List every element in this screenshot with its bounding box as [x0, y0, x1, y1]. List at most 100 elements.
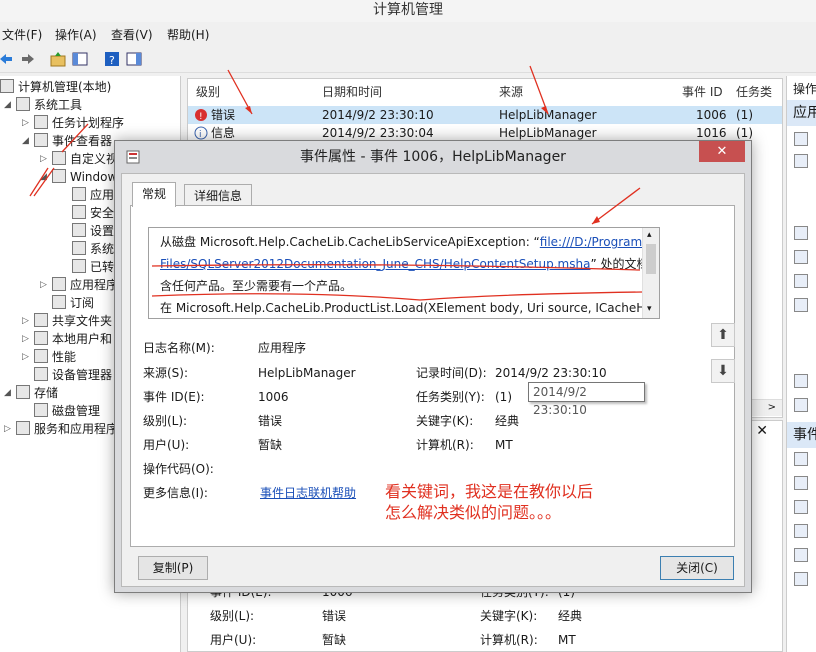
desc-file-link[interactable]: file:///D:/Program — [540, 235, 642, 249]
tree-item-disk-management[interactable]: 磁盘管理 — [34, 402, 100, 420]
attach-task-icon[interactable] — [794, 476, 808, 490]
expander-icon[interactable]: ▷ — [40, 150, 47, 168]
forward-icon[interactable] — [20, 51, 36, 67]
refresh-icon[interactable] — [794, 374, 808, 388]
expander-icon[interactable]: ▷ — [22, 348, 29, 366]
open-log-icon[interactable] — [794, 132, 808, 146]
expander-icon[interactable]: ◢ — [4, 96, 11, 114]
row-category: (1) — [736, 108, 753, 122]
help-icon[interactable] — [794, 398, 808, 412]
desc-line4: 在 Microsoft.Help.CacheLib.ProductList.Lo… — [160, 301, 660, 315]
level-label: 级别(L): — [143, 414, 188, 428]
column-header-source[interactable]: 来源 — [499, 79, 523, 105]
table-row[interactable]: ! 错误 2014/9/2 23:30:10 HelpLibManager 10… — [188, 106, 782, 124]
arrow-up-icon: ⬆ — [717, 327, 729, 343]
expander-icon[interactable]: ▷ — [40, 276, 47, 294]
expander-icon[interactable]: ▷ — [4, 420, 11, 438]
tree-item-custom-views[interactable]: 自定义视 — [52, 150, 118, 168]
tree-item-application-log[interactable]: 应用 — [72, 186, 114, 204]
row-datetime: 2014/9/2 23:30:10 — [322, 108, 434, 122]
scroll-up-icon[interactable]: ▴ — [647, 230, 652, 240]
description-scrollbar[interactable]: ▴ ▾ — [642, 228, 659, 318]
dialog-body: 常规 详细信息 从磁盘 Microsoft.Help.CacheLib.Cach… — [121, 173, 745, 587]
show-hide-action-pane-icon[interactable] — [126, 51, 142, 67]
tree-item-task-scheduler[interactable]: 任务计划程序 — [34, 114, 124, 132]
column-header-datetime[interactable]: 日期和时间 — [322, 79, 382, 105]
tree-item-system-tools[interactable]: 系统工具 — [16, 96, 82, 114]
lower-user-value: 暂缺 — [322, 633, 347, 647]
back-icon[interactable] — [0, 51, 14, 67]
previous-event-button[interactable]: ⬆ — [711, 323, 735, 347]
expander-icon[interactable]: ▷ — [22, 312, 29, 330]
tree-item-shared-folders[interactable]: 共享文件夹 — [34, 312, 112, 330]
event-description: 从磁盘 Microsoft.Help.CacheLib.CacheLibServ… — [148, 227, 660, 319]
services-icon — [16, 421, 30, 435]
desc-file-link-cont[interactable]: Files/SQLServer2012Documentation_June_CH… — [160, 257, 590, 271]
tree-item-setup-log[interactable]: 设置 — [72, 222, 114, 240]
tree-item-event-viewer[interactable]: 事件查看器 — [34, 132, 112, 150]
lower-keywords-value: 经典 — [558, 609, 583, 623]
save-icon[interactable] — [794, 298, 808, 312]
copy-icon[interactable] — [794, 500, 808, 514]
tree-item-root[interactable]: 计算机管理(本地) — [0, 78, 111, 96]
refresh-icon[interactable] — [794, 548, 808, 562]
expander-icon[interactable]: ◢ — [40, 168, 47, 186]
tree-item-windows-logs[interactable]: Window — [52, 168, 117, 186]
keywords-label: 关键字(K): — [416, 414, 474, 428]
logged-label: 记录时间(D): — [416, 366, 487, 380]
help-icon[interactable] — [794, 572, 808, 586]
menu-view[interactable]: 查看(V) — [111, 26, 153, 43]
tree-item-security-log[interactable]: 安全 — [72, 204, 114, 222]
more-info-label: 更多信息(I): — [143, 486, 208, 500]
show-hide-tree-icon[interactable] — [72, 51, 88, 67]
tree-item-system-log[interactable]: 系统 — [72, 240, 114, 258]
menu-action[interactable]: 操作(A) — [55, 26, 97, 43]
clock-icon — [34, 115, 48, 129]
filter-icon[interactable] — [794, 154, 808, 168]
close-button[interactable]: 关闭(C) — [660, 556, 734, 580]
tree-item-subscriptions[interactable]: 订阅 — [52, 294, 94, 312]
tree-item-forwarded-log[interactable]: 已转 — [72, 258, 114, 276]
menu-file[interactable]: 文件(F) — [2, 26, 42, 43]
save-selected-icon[interactable] — [794, 524, 808, 538]
tree-item-storage[interactable]: 存储 — [16, 384, 58, 402]
expander-icon[interactable]: ◢ — [4, 384, 11, 402]
scroll-thumb[interactable] — [646, 244, 656, 274]
copy-button[interactable]: 复制(P) — [138, 556, 208, 580]
expander-icon[interactable]: ◢ — [22, 132, 29, 150]
tab-general[interactable]: 常规 — [132, 182, 177, 207]
storage-icon — [16, 385, 30, 399]
event-properties-icon[interactable] — [794, 452, 808, 466]
scroll-down-icon[interactable]: ▾ — [647, 304, 652, 314]
actions-section-event[interactable]: 事件 — [787, 422, 816, 448]
column-header-event-id[interactable]: 事件 ID — [682, 79, 723, 105]
dialog-close-button[interactable]: ✕ — [699, 141, 745, 162]
close-pane-icon[interactable]: ✕ — [756, 423, 768, 439]
column-header-category[interactable]: 任务类别 — [736, 79, 782, 125]
actions-section-app[interactable]: 应用 — [787, 100, 816, 126]
row-source: HelpLibManager — [499, 108, 597, 122]
column-header-level[interactable]: 级别 — [196, 79, 220, 105]
filter-current-log-icon[interactable] — [794, 226, 808, 240]
help-icon[interactable]: ? — [104, 51, 120, 67]
more-info-link[interactable]: 事件日志联机帮助 — [260, 484, 356, 502]
scroll-right-icon[interactable]: > — [768, 400, 776, 416]
tree-item-services-apps[interactable]: 服务和应用程序 — [16, 420, 118, 438]
log-icon — [72, 241, 86, 255]
menu-help[interactable]: 帮助(H) — [167, 26, 209, 43]
tree-item-performance[interactable]: 性能 — [34, 348, 76, 366]
device-manager-icon — [34, 367, 48, 381]
keywords-value: 经典 — [495, 414, 520, 428]
svg-text:i: i — [199, 130, 202, 140]
expander-icon[interactable]: ▷ — [22, 330, 29, 348]
up-folder-icon[interactable] — [50, 51, 66, 67]
next-event-button[interactable]: ⬇ — [711, 359, 735, 383]
find-icon[interactable] — [794, 274, 808, 288]
expander-icon[interactable]: ▷ — [22, 114, 29, 132]
source-value: HelpLibManager — [258, 366, 356, 380]
tree-item-device-manager[interactable]: 设备管理器 — [34, 366, 112, 384]
properties-icon[interactable] — [794, 250, 808, 264]
users-icon — [34, 331, 48, 345]
tree-item-local-users[interactable]: 本地用户和 — [34, 330, 112, 348]
tree-item-app-services-logs[interactable]: 应用程序 — [52, 276, 118, 294]
